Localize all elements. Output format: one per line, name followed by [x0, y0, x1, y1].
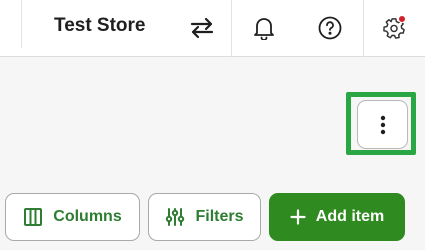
notifications-button[interactable] [246, 10, 282, 46]
more-options-button[interactable] [357, 100, 408, 149]
bell-icon [254, 18, 274, 40]
top-bar: Test Store [0, 0, 425, 57]
vertical-ellipsis-icon [380, 115, 385, 134]
plus-icon [290, 209, 306, 225]
add-item-label: Add item [315, 208, 385, 225]
help-button[interactable] [312, 10, 348, 46]
header-divider [231, 0, 232, 57]
add-item-button[interactable]: Add item [269, 193, 405, 241]
columns-label: Columns [53, 208, 122, 225]
settings-button[interactable] [376, 10, 412, 46]
columns-icon [24, 208, 43, 226]
header-divider [363, 0, 364, 57]
left-divider [21, 0, 22, 48]
filter-sliders-icon [166, 208, 185, 226]
store-name[interactable]: Test Store [54, 15, 146, 37]
filters-label: Filters [195, 208, 244, 225]
filters-button[interactable]: Filters [148, 193, 261, 241]
help-icon [318, 16, 342, 40]
switch-arrows-icon [190, 17, 214, 39]
switch-store-button[interactable] [184, 10, 220, 46]
notification-badge [398, 15, 406, 23]
columns-button[interactable]: Columns [5, 193, 140, 241]
